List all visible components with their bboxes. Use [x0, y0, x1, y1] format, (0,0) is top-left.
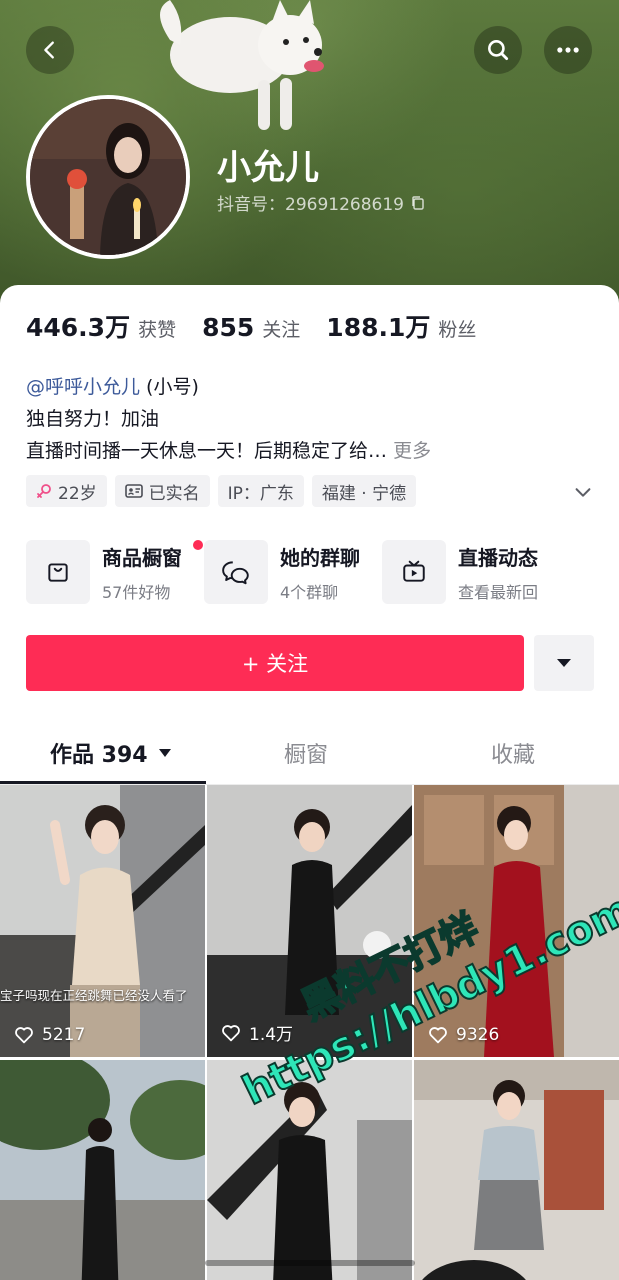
dog-photo — [160, 0, 324, 130]
video-thumbnail — [0, 785, 205, 1057]
video-thumbnail — [207, 1060, 412, 1280]
feature-shop-window-icon-box — [26, 540, 90, 604]
tag-location-text: 福建 · 宁德 — [321, 483, 407, 504]
stat-likes-label: 获赞 — [138, 319, 177, 341]
id-card-icon — [124, 484, 143, 498]
douyin-id[interactable]: 抖音号：29691268619 — [217, 190, 426, 215]
bio-line-2: 独自努力！加油 — [26, 408, 160, 430]
stat-followers-number: 188.1万 — [326, 313, 431, 342]
video-tile[interactable] — [414, 1060, 619, 1280]
follow-button[interactable]: + 关注 — [26, 635, 524, 691]
tag-ip-text: IP：广东 — [227, 483, 294, 504]
feature-live-updates-icon-box — [382, 540, 446, 604]
feature-shop-window-text: 商品橱窗 57件好物 — [102, 542, 182, 603]
chevron-down-icon[interactable] — [572, 481, 594, 503]
shopping-bag-icon — [48, 563, 68, 582]
feature-live-updates-title: 直播动态 — [458, 545, 538, 570]
follow-button-label: + 关注 — [241, 652, 309, 676]
more-dots-icon — [557, 47, 579, 53]
profile-tabs: 作品 394 橱窗 收藏 — [0, 725, 619, 785]
notification-dot — [193, 540, 203, 550]
tag-age: 22岁 — [26, 475, 107, 507]
stat-likes-number: 446.3万 — [26, 313, 131, 342]
caret-down-icon — [158, 749, 171, 757]
video-tile[interactable] — [207, 1060, 412, 1280]
feature-group-chat-icon-box — [204, 540, 268, 604]
feature-group-chat-sub: 4个群聊 — [280, 582, 339, 602]
feature-group-chat-text: 她的群聊 4个群聊 — [280, 542, 360, 603]
back-button[interactable] — [26, 26, 74, 74]
video-tile[interactable]: 9326 — [414, 785, 619, 1057]
video-tile[interactable] — [0, 1060, 205, 1280]
search-button[interactable] — [474, 26, 522, 74]
video-likes: 1.4万 — [221, 1020, 293, 1045]
stats-row: 446.3万 获赞 855 关注 188.1万 粉丝 — [26, 308, 502, 344]
video-thumbnail — [207, 785, 412, 1057]
heart-icon — [15, 1027, 33, 1044]
caret-down-icon — [557, 659, 571, 667]
douyin-id-text: 抖音号：29691268619 — [217, 195, 404, 215]
tag-ip: IP：广东 — [217, 475, 304, 507]
group-chat-icon — [222, 561, 249, 585]
stat-followers-label: 粉丝 — [438, 319, 477, 341]
video-caption: 宝子吗现在正经跳舞已经没人看了 — [0, 988, 188, 1003]
bio: @呼呼小允儿 (小号) 独自努力！加油 直播时间播一天休息一天！后期稳定了给… … — [26, 371, 596, 467]
tab-showcase[interactable]: 橱窗 — [284, 737, 328, 769]
feature-live-updates-sub: 查看最新回 — [458, 582, 539, 602]
tab-works[interactable]: 作品 394 — [50, 737, 172, 769]
features-row: 商品橱窗 57件好物 她的群聊 4个群聊 直播动态 查看最新回 — [26, 540, 560, 604]
feature-shop-window[interactable]: 商品橱窗 57件好物 — [26, 540, 203, 604]
profile-card: 446.3万 获赞 855 关注 188.1万 粉丝 @呼呼小允儿 (小号) 独… — [0, 285, 619, 1280]
stat-following[interactable]: 855 关注 — [202, 313, 300, 342]
feature-group-chat[interactable]: 她的群聊 4个群聊 — [204, 540, 360, 604]
tag-verified-text: 已实名 — [148, 483, 200, 504]
avatar-photo — [30, 99, 186, 255]
female-icon — [37, 484, 51, 498]
heart-icon — [429, 1027, 447, 1044]
feature-group-chat-title: 她的群聊 — [280, 545, 360, 570]
video-thumbnail — [414, 1060, 619, 1280]
video-likes-count: 9326 — [456, 1025, 500, 1045]
more-actions-dropdown[interactable] — [534, 635, 594, 691]
bio-mention-link[interactable]: @呼呼小允儿 — [26, 376, 140, 398]
copy-icon[interactable] — [410, 195, 426, 211]
feature-live-updates-text: 直播动态 查看最新回 — [458, 542, 538, 603]
tag-location: 福建 · 宁德 — [311, 475, 417, 507]
feature-shop-window-title: 商品橱窗 — [102, 545, 182, 570]
nickname: 小允儿 — [217, 148, 319, 188]
video-tile[interactable]: 宝子吗现在正经跳舞已经没人看了 5217 — [0, 785, 205, 1057]
video-tile[interactable]: 1.4万 — [207, 785, 412, 1057]
feature-shop-window-sub: 57件好物 — [102, 582, 171, 602]
video-likes-count: 1.4万 — [249, 1025, 294, 1045]
tag-verified: 已实名 — [114, 475, 210, 507]
more-button[interactable] — [544, 26, 592, 74]
heart-icon — [222, 1024, 240, 1041]
avatar[interactable] — [26, 95, 190, 259]
tab-active-indicator — [0, 781, 206, 784]
bio-mention-suffix: (小号) — [140, 376, 199, 398]
video-thumbnail — [0, 1060, 205, 1280]
tv-live-icon — [403, 560, 425, 582]
stat-following-number: 855 — [202, 313, 255, 342]
tab-favorites[interactable]: 收藏 — [491, 737, 535, 769]
video-likes-count: 5217 — [42, 1025, 86, 1045]
stat-likes: 446.3万 获赞 — [26, 308, 176, 344]
tags-row: 22岁 已实名 IP：广东 福建 · 宁德 — [26, 475, 417, 507]
tag-age-text: 22岁 — [58, 483, 97, 504]
video-thumbnail — [414, 785, 619, 1057]
bio-line-3: 直播时间播一天休息一天！后期稳定了给… 更多 — [26, 435, 596, 467]
bio-line-3-text: 直播时间播一天休息一天！后期稳定了给… — [26, 440, 388, 462]
video-likes: 9326 — [428, 1025, 499, 1045]
bio-more-link[interactable]: 更多 — [393, 440, 431, 462]
bio-line-1: @呼呼小允儿 (小号) — [26, 371, 596, 403]
video-likes: 5217 — [14, 1025, 85, 1045]
feature-live-updates[interactable]: 直播动态 查看最新回 — [382, 540, 538, 604]
home-indicator — [205, 1260, 415, 1266]
search-icon — [488, 40, 509, 61]
chevron-left-icon — [44, 41, 54, 59]
tab-works-label: 作品 394 — [50, 743, 148, 768]
profile-banner: 小允儿 抖音号：29691268619 — [0, 0, 619, 310]
stat-followers[interactable]: 188.1万 粉丝 — [326, 308, 476, 344]
stat-following-label: 关注 — [262, 319, 301, 341]
